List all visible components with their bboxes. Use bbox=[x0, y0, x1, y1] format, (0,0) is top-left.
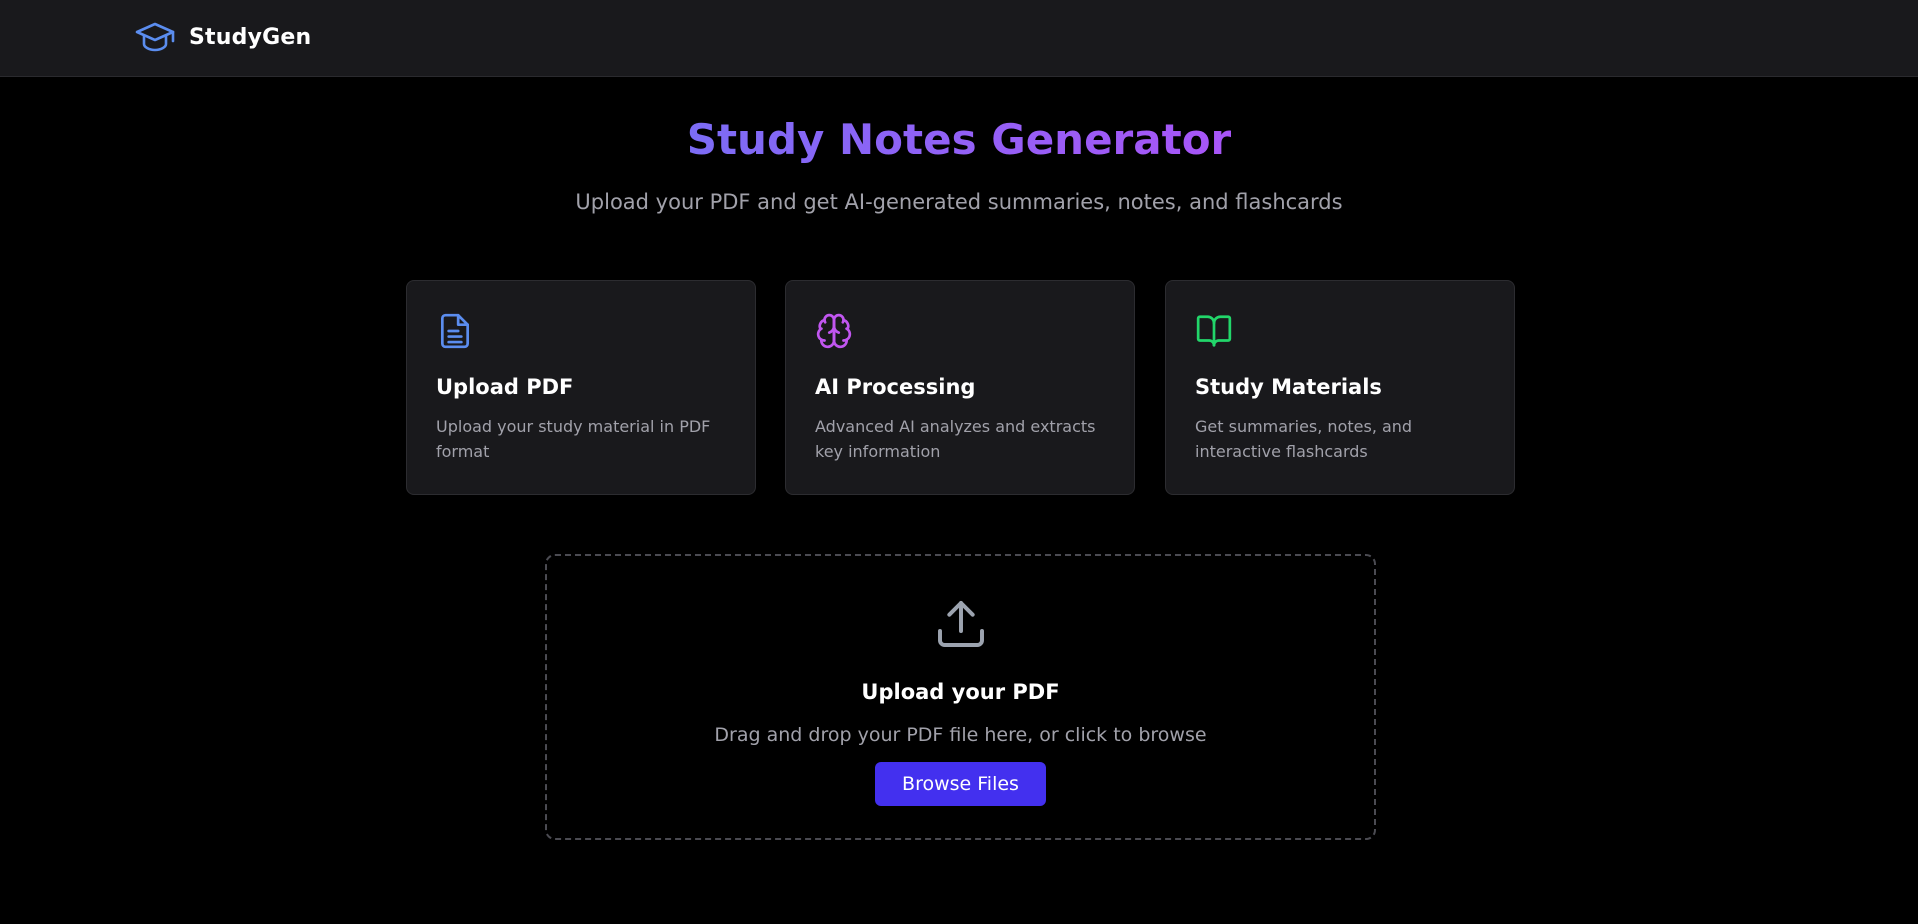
feature-card-study-materials: Study Materials Get summaries, notes, an… bbox=[1165, 280, 1515, 495]
page-subtitle: Upload your PDF and get AI-generated sum… bbox=[575, 190, 1343, 214]
dropzone-title: Upload your PDF bbox=[861, 680, 1060, 704]
feature-card-description: Advanced AI analyzes and extracts key in… bbox=[815, 417, 1096, 461]
page-title-text: Study Notes Generator bbox=[686, 115, 1232, 164]
feature-card-title: Study Materials bbox=[1195, 375, 1382, 399]
feature-card-title: AI Processing bbox=[815, 375, 976, 399]
brand-logo-link[interactable]: StudyGen bbox=[135, 19, 311, 55]
feature-card-upload-pdf: Upload PDF Upload your study material in… bbox=[406, 280, 756, 495]
feature-card-ai-processing: AI Processing Advanced AI analyzes and e… bbox=[785, 280, 1135, 495]
pdf-dropzone[interactable]: Upload your PDF Drag and drop your PDF f… bbox=[545, 554, 1376, 840]
upload-icon bbox=[933, 596, 989, 652]
feature-card-description: Get summaries, notes, and interactive fl… bbox=[1195, 417, 1413, 461]
browse-files-button[interactable]: Browse Files bbox=[875, 762, 1046, 806]
brain-icon bbox=[815, 312, 853, 350]
feature-card-description: Upload your study material in PDF format bbox=[436, 417, 711, 461]
file-text-icon bbox=[436, 312, 474, 350]
brand-name: StudyGen bbox=[189, 24, 312, 50]
graduation-cap-icon bbox=[135, 22, 175, 52]
top-navbar: StudyGen bbox=[0, 0, 1918, 77]
book-open-icon bbox=[1195, 312, 1233, 350]
feature-card-title: Upload PDF bbox=[436, 375, 574, 399]
page-title: Study Notes Generator bbox=[0, 112, 1918, 168]
dropzone-instructions: Drag and drop your PDF file here, or cli… bbox=[714, 724, 1207, 746]
